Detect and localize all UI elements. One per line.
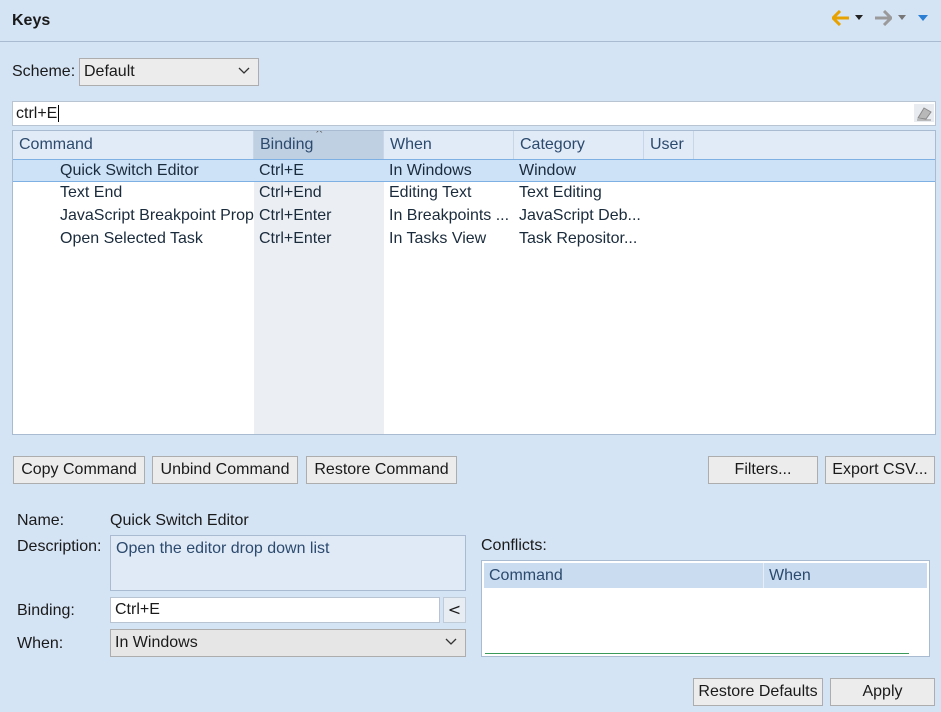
when-select[interactable]: In Windows	[110, 629, 466, 657]
copy-command-button[interactable]: Copy Command	[13, 456, 145, 484]
copy-command-label: Copy Command	[21, 461, 137, 478]
view-title: Keys	[12, 12, 51, 29]
chevron-down-icon	[238, 67, 250, 74]
table-row[interactable]: Text End Ctrl+End Editing Text Text Edit…	[13, 182, 935, 205]
name-value: Quick Switch Editor	[110, 512, 249, 529]
cell-command: Quick Switch Editor	[60, 162, 199, 179]
when-value: In Windows	[115, 634, 198, 651]
conflicts-scroll-line	[485, 653, 909, 654]
keys-table[interactable]: Command Binding When Category User ^ Qui…	[12, 130, 936, 435]
when-label: When:	[17, 635, 64, 652]
column-header-user[interactable]: User	[644, 131, 694, 159]
cell-binding: Ctrl+Enter	[259, 230, 332, 247]
binding-input[interactable]: Ctrl+E	[110, 597, 440, 623]
clear-filter-icon[interactable]	[914, 104, 934, 122]
chevron-down-icon	[445, 638, 457, 645]
filter-text: ctrl+E	[16, 104, 58, 122]
name-label: Name:	[17, 512, 65, 529]
conflicts-column-command[interactable]: Command	[484, 563, 764, 588]
view-menu-icon[interactable]	[918, 15, 928, 21]
view-header	[0, 0, 941, 42]
conflicts-column-when[interactable]: When	[764, 563, 927, 588]
scheme-label: Scheme:	[12, 63, 76, 80]
unbind-command-button[interactable]: Unbind Command	[152, 456, 298, 484]
column-header-command[interactable]: Command	[13, 131, 254, 159]
restore-defaults-label: Restore Defaults	[698, 683, 818, 700]
cell-command: Open Selected Task	[60, 230, 203, 247]
cell-category: Text Editing	[519, 184, 602, 201]
table-header: Command Binding When Category User ^	[13, 131, 935, 159]
cell-when: In Windows	[389, 162, 472, 179]
description-text: Open the editor drop down list	[110, 535, 466, 591]
binding-label: Binding:	[17, 602, 75, 619]
conflicts-table-header: Command When	[484, 563, 927, 588]
cell-command: JavaScript Breakpoint Prop	[60, 207, 254, 224]
table-row[interactable]: JavaScript Breakpoint Prop Ctrl+Enter In…	[13, 205, 935, 228]
cell-command: Text End	[60, 184, 123, 201]
export-csv-button[interactable]: Export CSV...	[825, 456, 935, 484]
table-row[interactable]: Open Selected Task Ctrl+Enter In Tasks V…	[13, 228, 935, 251]
cell-when: In Breakpoints ...	[389, 207, 510, 224]
forward-arrow-icon[interactable]	[874, 10, 892, 26]
cell-binding: Ctrl+End	[259, 184, 322, 201]
sort-ascending-icon: ^	[315, 130, 324, 140]
cell-binding: Ctrl+E	[259, 162, 304, 179]
forward-dropdown-icon[interactable]	[898, 15, 906, 20]
column-header-when[interactable]: When	[384, 131, 514, 159]
cell-category: Window	[519, 162, 576, 179]
restore-defaults-button[interactable]: Restore Defaults	[693, 678, 823, 706]
unbind-command-label: Unbind Command	[160, 461, 290, 478]
apply-button[interactable]: Apply	[830, 678, 935, 706]
conflicts-label: Conflicts:	[481, 537, 547, 554]
export-csv-label: Export CSV...	[832, 461, 928, 478]
cell-category: Task Repositor...	[519, 230, 638, 247]
column-header-category[interactable]: Category	[514, 131, 644, 159]
restore-command-button[interactable]: Restore Command	[306, 456, 457, 484]
table-row[interactable]: Quick Switch Editor Ctrl+E In Windows Wi…	[13, 159, 935, 182]
scheme-select[interactable]: Default	[79, 58, 259, 86]
back-dropdown-icon[interactable]	[855, 15, 863, 20]
binding-insert-button[interactable]: <	[443, 597, 466, 623]
cell-category: JavaScript Deb...	[519, 207, 641, 224]
cell-binding: Ctrl+Enter	[259, 207, 332, 224]
text-caret	[58, 105, 60, 122]
filter-input[interactable]: ctrl+E	[12, 101, 936, 126]
restore-command-label: Restore Command	[314, 461, 449, 478]
filters-label: Filters...	[734, 461, 792, 478]
conflicts-table[interactable]: Command When	[481, 560, 930, 657]
description-label: Description:	[17, 538, 102, 555]
filters-button[interactable]: Filters...	[708, 456, 818, 484]
cell-when: Editing Text	[389, 184, 472, 201]
scheme-value: Default	[84, 63, 135, 80]
cell-when: In Tasks View	[389, 230, 487, 247]
apply-label: Apply	[862, 683, 903, 700]
back-arrow-icon[interactable]	[832, 10, 850, 26]
